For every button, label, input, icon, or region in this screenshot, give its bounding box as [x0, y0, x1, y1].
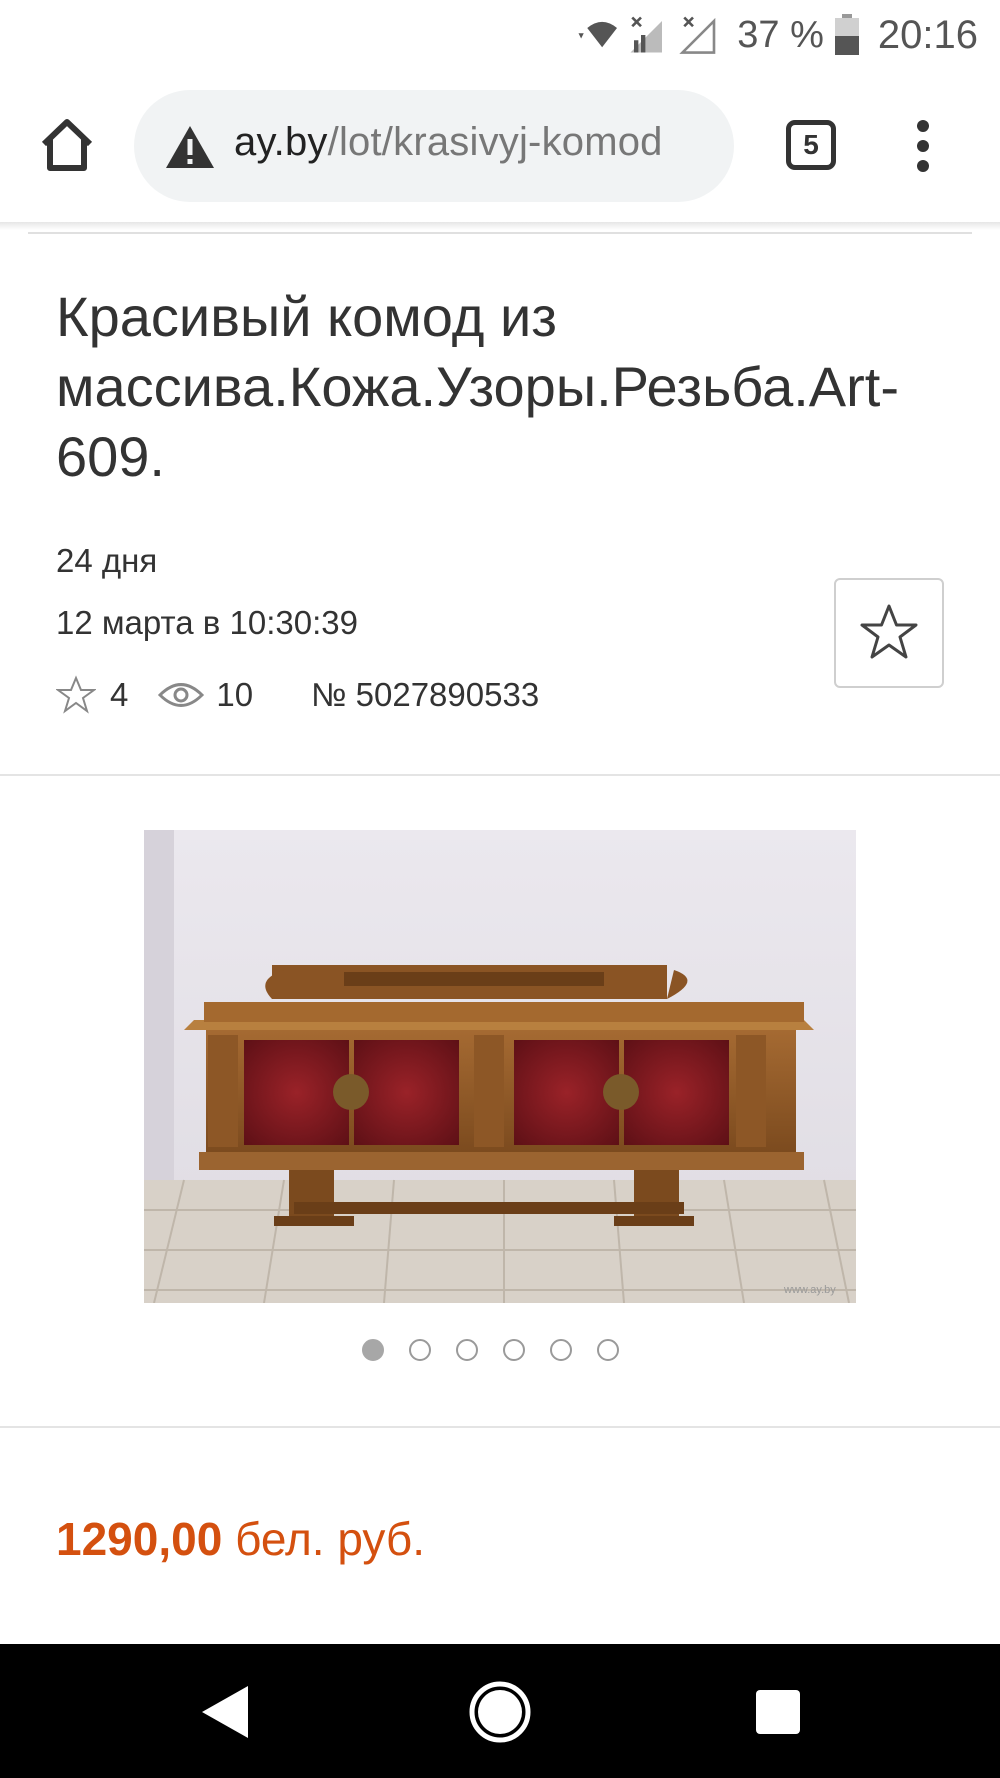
- recents-icon[interactable]: [756, 1690, 800, 1734]
- end-date: 12 марта в 10:30:39: [56, 604, 358, 641]
- lot-number: № 5027890533: [311, 676, 540, 713]
- url-text[interactable]: ay.by/lot/krasivyj-komod: [234, 120, 663, 165]
- gallery-dot-1[interactable]: [362, 1339, 384, 1361]
- views-count: 10: [216, 676, 254, 713]
- favorites-count: 4: [110, 676, 129, 713]
- divider: [0, 1426, 1000, 1428]
- lot-photo-image: www.ay.by: [144, 830, 856, 1303]
- home-icon[interactable]: [38, 116, 96, 174]
- gallery-pagination: [362, 1339, 619, 1361]
- signal-empty-icon: [679, 16, 716, 54]
- status-icons: 37 % 20:16: [575, 10, 978, 60]
- gallery-dot-5[interactable]: [550, 1339, 572, 1361]
- time-left: 24 дня: [56, 542, 158, 579]
- price-currency: бел. руб.: [235, 1513, 426, 1565]
- toolbar-shadow: [0, 222, 1000, 230]
- wifi-icon: [578, 21, 618, 48]
- lot-title: Красивый комод из массива.Кожа.Узоры.Рез…: [56, 285, 899, 488]
- divider: [0, 774, 1000, 776]
- battery-percent: 37 %: [737, 13, 824, 56]
- divider: [28, 232, 972, 234]
- add-to-favorites-button[interactable]: [834, 578, 944, 688]
- system-nav-bar: [0, 1644, 1000, 1778]
- price-amount: 1290,00: [56, 1513, 223, 1565]
- gallery-dot-4[interactable]: [503, 1339, 525, 1361]
- clock: 20:16: [877, 12, 978, 57]
- back-icon[interactable]: [198, 1684, 250, 1740]
- gallery-dot-2[interactable]: [409, 1339, 431, 1361]
- lot-photo[interactable]: www.ay.by: [144, 830, 856, 1303]
- photo-watermark: www.ay.by: [783, 1284, 836, 1296]
- lot-stats: 4 10 № 5027890533: [56, 670, 539, 720]
- signal-off-icon: [630, 16, 663, 53]
- warning-icon[interactable]: [164, 124, 216, 170]
- price: 1290,00 бел. руб.: [56, 1512, 425, 1566]
- url-bar[interactable]: ay.by/lot/krasivyj-komod: [134, 90, 734, 202]
- more-vert-icon[interactable]: [908, 120, 938, 174]
- star-outline-icon: [860, 604, 918, 659]
- url-path: /lot/krasivyj-komod: [327, 120, 663, 164]
- url-domain: ay.by: [234, 120, 328, 164]
- tab-switcher-button[interactable]: 5: [786, 120, 836, 170]
- gallery-dot-6[interactable]: [597, 1339, 619, 1361]
- status-bar: 37 % 20:16: [0, 0, 1000, 70]
- browser-toolbar: ay.by/lot/krasivyj-komod 5: [0, 70, 1000, 222]
- gallery-dot-3[interactable]: [456, 1339, 478, 1361]
- star-outline-icon: [56, 675, 96, 714]
- battery-icon: [834, 14, 859, 55]
- eye-icon: [158, 683, 205, 707]
- home-nav-icon[interactable]: [468, 1680, 532, 1744]
